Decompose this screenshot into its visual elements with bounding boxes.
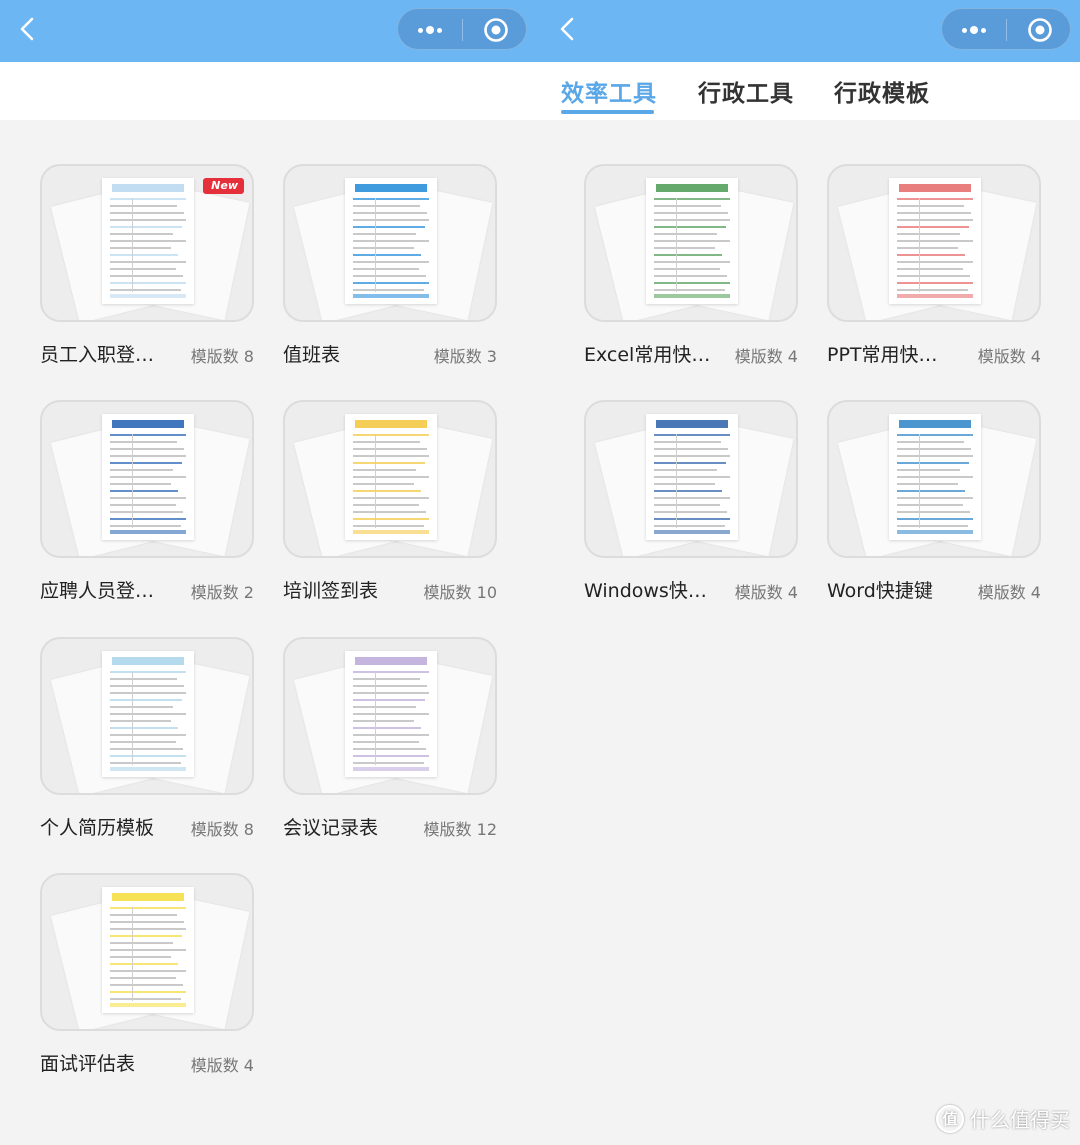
template-count: 模版数 8 bbox=[190, 347, 254, 366]
template-count: 模版数 3 bbox=[433, 347, 497, 366]
right-panel: 效率工具 行政工具 行政模板 Excel常用快… 模版数 4 PPT常用快… 模版数 … bbox=[540, 0, 1080, 1145]
template-card[interactable]: Excel常用快… 模版数 4 bbox=[584, 164, 798, 386]
template-thumbnail bbox=[827, 400, 1041, 558]
template-thumbnail: New bbox=[40, 164, 254, 322]
template-title: Windows快… bbox=[584, 580, 707, 602]
template-thumbnail bbox=[283, 637, 497, 795]
template-count: 模版数 4 bbox=[734, 347, 798, 366]
template-thumbnail bbox=[40, 400, 254, 558]
template-title: 值班表 bbox=[283, 344, 341, 366]
document-preview bbox=[102, 178, 194, 304]
template-count: 模版数 8 bbox=[190, 820, 254, 839]
template-card[interactable]: New 员工入职登… 模版数 8 bbox=[40, 164, 254, 386]
template-title: 应聘人员登… bbox=[40, 580, 155, 602]
mini-program-capsule bbox=[941, 8, 1071, 50]
left-panel: New 员工入职登… 模版数 8 值班表 模版数 3 应聘人员登… 模版数 2 培训签到表 模版… bbox=[0, 0, 540, 1145]
watermark-text: 什么值得买 bbox=[970, 1108, 1070, 1132]
chevron-left-icon bbox=[560, 17, 574, 41]
close-button[interactable] bbox=[1008, 9, 1072, 51]
template-title: 面试评估表 bbox=[40, 1053, 136, 1075]
more-dots-icon bbox=[418, 26, 442, 34]
document-preview bbox=[345, 414, 437, 540]
template-thumbnail bbox=[40, 873, 254, 1031]
document-preview bbox=[646, 178, 738, 304]
template-count: 模版数 2 bbox=[190, 583, 254, 602]
template-count: 模版数 4 bbox=[734, 583, 798, 602]
template-count: 模版数 12 bbox=[423, 820, 497, 839]
more-dots-icon bbox=[962, 26, 986, 34]
document-preview bbox=[889, 414, 981, 540]
target-circle-icon bbox=[1028, 18, 1052, 42]
document-preview bbox=[102, 414, 194, 540]
document-preview bbox=[102, 651, 194, 777]
template-thumbnail bbox=[283, 400, 497, 558]
close-button[interactable] bbox=[464, 9, 528, 51]
template-title: 个人简历模板 bbox=[40, 817, 155, 839]
template-thumbnail bbox=[40, 637, 254, 795]
new-badge: New bbox=[203, 178, 244, 194]
template-count: 模版数 4 bbox=[190, 1056, 254, 1075]
tab-efficiency-tools[interactable]: 效率工具 bbox=[561, 74, 657, 108]
template-card[interactable]: 值班表 模版数 3 bbox=[283, 164, 497, 386]
tab-area-blank bbox=[0, 62, 540, 120]
template-card[interactable]: Word快捷键 模版数 4 bbox=[827, 400, 1041, 622]
target-circle-icon bbox=[484, 18, 508, 42]
more-button[interactable] bbox=[398, 9, 462, 51]
template-count: 模版数 4 bbox=[977, 347, 1041, 366]
template-card[interactable]: 个人简历模板 模版数 8 bbox=[40, 637, 254, 859]
document-preview bbox=[646, 414, 738, 540]
document-preview bbox=[345, 178, 437, 304]
template-title: Excel常用快… bbox=[584, 344, 711, 366]
tab-admin-templates[interactable]: 行政模板 bbox=[834, 74, 930, 108]
document-preview bbox=[889, 178, 981, 304]
capsule-divider bbox=[462, 19, 463, 41]
template-title: PPT常用快… bbox=[827, 344, 938, 366]
template-card[interactable]: 会议记录表 模版数 12 bbox=[283, 637, 497, 859]
template-card[interactable]: Windows快… 模版数 4 bbox=[584, 400, 798, 622]
mini-program-capsule bbox=[397, 8, 527, 50]
template-card[interactable]: 应聘人员登… 模版数 2 bbox=[40, 400, 254, 622]
back-button[interactable] bbox=[14, 14, 44, 44]
template-count: 模版数 10 bbox=[423, 583, 497, 602]
template-title: 培训签到表 bbox=[283, 580, 379, 602]
template-title: Word快捷键 bbox=[827, 580, 933, 602]
template-card[interactable]: PPT常用快… 模版数 4 bbox=[827, 164, 1041, 386]
more-button[interactable] bbox=[942, 9, 1006, 51]
template-count: 模版数 4 bbox=[977, 583, 1041, 602]
document-preview bbox=[345, 651, 437, 777]
template-card[interactable]: 面试评估表 模版数 4 bbox=[40, 873, 254, 1095]
template-title: 会议记录表 bbox=[283, 817, 379, 839]
watermark: 值 什么值得买 bbox=[936, 1104, 1070, 1133]
tab-admin-tools[interactable]: 行政工具 bbox=[698, 74, 794, 108]
back-button[interactable] bbox=[554, 14, 584, 44]
tab-bar: 效率工具 行政工具 行政模板 bbox=[540, 62, 1080, 120]
template-thumbnail bbox=[827, 164, 1041, 322]
chevron-left-icon bbox=[20, 17, 34, 41]
nav-bar bbox=[0, 0, 540, 62]
smzdm-logo: 值 bbox=[936, 1104, 964, 1133]
template-thumbnail bbox=[283, 164, 497, 322]
active-tab-indicator bbox=[561, 110, 654, 114]
nav-bar bbox=[540, 0, 1080, 62]
template-thumbnail bbox=[584, 164, 798, 322]
template-card[interactable]: 培训签到表 模版数 10 bbox=[283, 400, 497, 622]
document-preview bbox=[102, 887, 194, 1013]
template-title: 员工入职登… bbox=[40, 344, 155, 366]
capsule-divider bbox=[1006, 19, 1007, 41]
template-thumbnail bbox=[584, 400, 798, 558]
